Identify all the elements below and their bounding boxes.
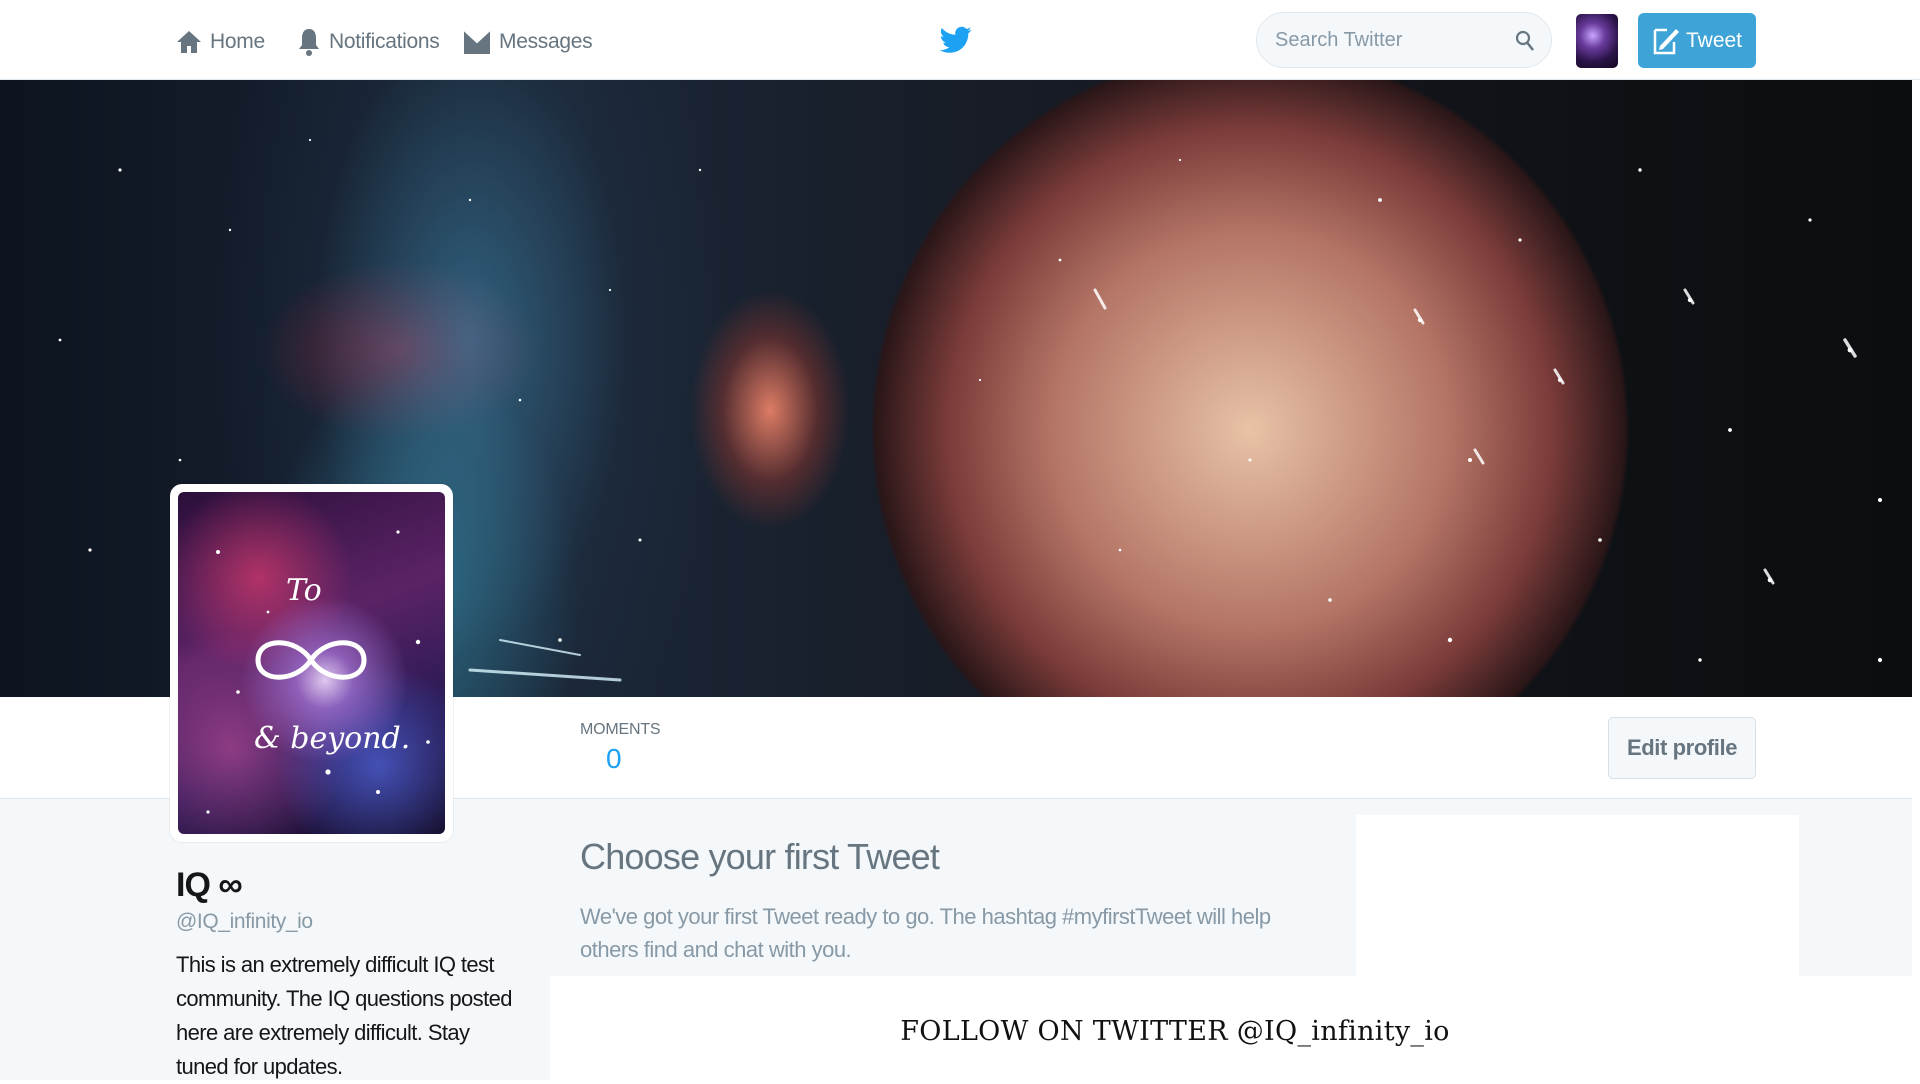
twitter-bird-icon[interactable] (939, 26, 972, 59)
profile-handle[interactable]: @IQ_infinity_io (176, 910, 313, 934)
compose-icon (1653, 28, 1679, 54)
account-avatar[interactable] (1576, 14, 1618, 68)
top-navigation-bar: Home Notifications Messages Tweet (0, 0, 1920, 80)
caption-band: FOLLOW ON TWITTER @IQ_infinity_io (550, 976, 1920, 1080)
moments-count[interactable]: 0 (606, 743, 622, 775)
profile-bio: This is an extremely difficult IQ test c… (176, 952, 512, 1079)
nav-messages-label: Messages (499, 30, 593, 53)
home-icon (177, 31, 201, 53)
first-tweet-description: We've got your first Tweet ready to go. … (580, 904, 1271, 962)
edit-profile-button[interactable]: Edit profile (1608, 717, 1756, 779)
nav-home-label: Home (210, 30, 265, 53)
tweet-button[interactable]: Tweet (1638, 13, 1756, 68)
avatar-image: To & beyond. (178, 492, 445, 834)
avatar-text-beyond: & beyond. (254, 721, 410, 756)
search-input[interactable] (1275, 25, 1505, 55)
first-tweet-title: Choose your first Tweet (580, 836, 940, 877)
tweet-button-label: Tweet (1685, 28, 1743, 52)
profile-avatar[interactable]: To & beyond. (170, 484, 453, 842)
search-icon[interactable] (1515, 30, 1535, 52)
right-sidebar-card (1356, 815, 1799, 980)
infinity-symbol (255, 640, 367, 680)
nav-messages[interactable]: Messages (463, 22, 593, 62)
moments-label[interactable]: MOMENTS (580, 721, 661, 739)
search-box (1256, 12, 1552, 68)
profile-name[interactable]: IQ ∞ (176, 866, 243, 905)
nav-home[interactable]: Home (176, 22, 265, 62)
nav-notifications-label: Notifications (329, 30, 440, 53)
avatar-text-to: To (286, 573, 322, 608)
nav-notifications[interactable]: Notifications (297, 22, 440, 62)
envelope-icon (463, 29, 491, 54)
bell-icon (299, 29, 319, 56)
follow-caption: FOLLOW ON TWITTER @IQ_infinity_io (900, 1016, 1450, 1047)
avatar-artwork: To & beyond. (206, 530, 430, 814)
